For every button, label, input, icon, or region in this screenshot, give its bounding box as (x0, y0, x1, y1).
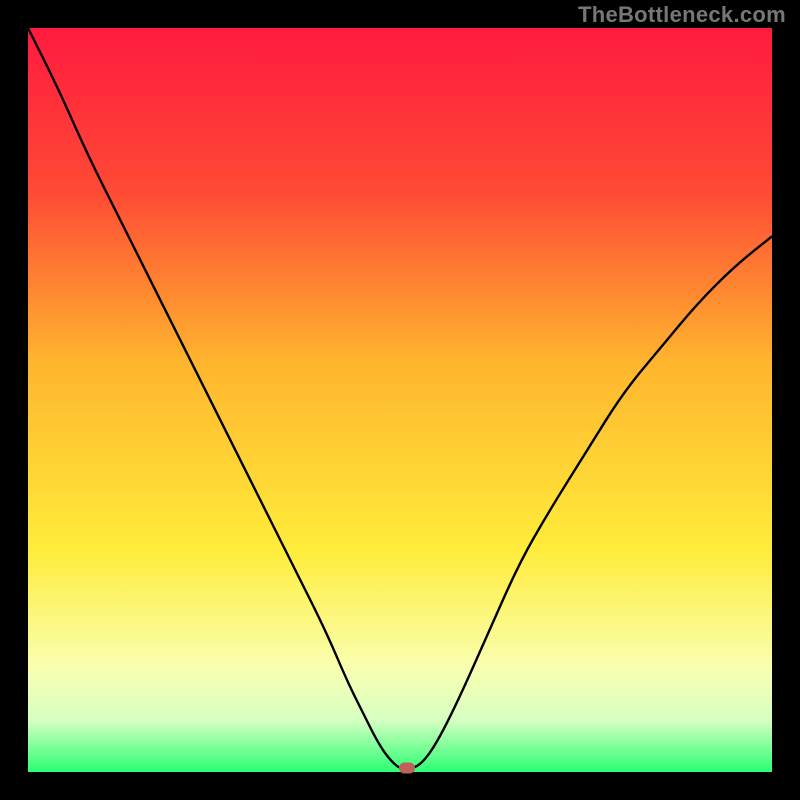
gradient-background (28, 28, 772, 772)
plot-svg (28, 28, 772, 772)
optimum-marker-icon (399, 762, 415, 773)
chart-frame: TheBottleneck.com (0, 0, 800, 800)
plot-area (28, 28, 772, 772)
watermark-text: TheBottleneck.com (578, 2, 786, 28)
